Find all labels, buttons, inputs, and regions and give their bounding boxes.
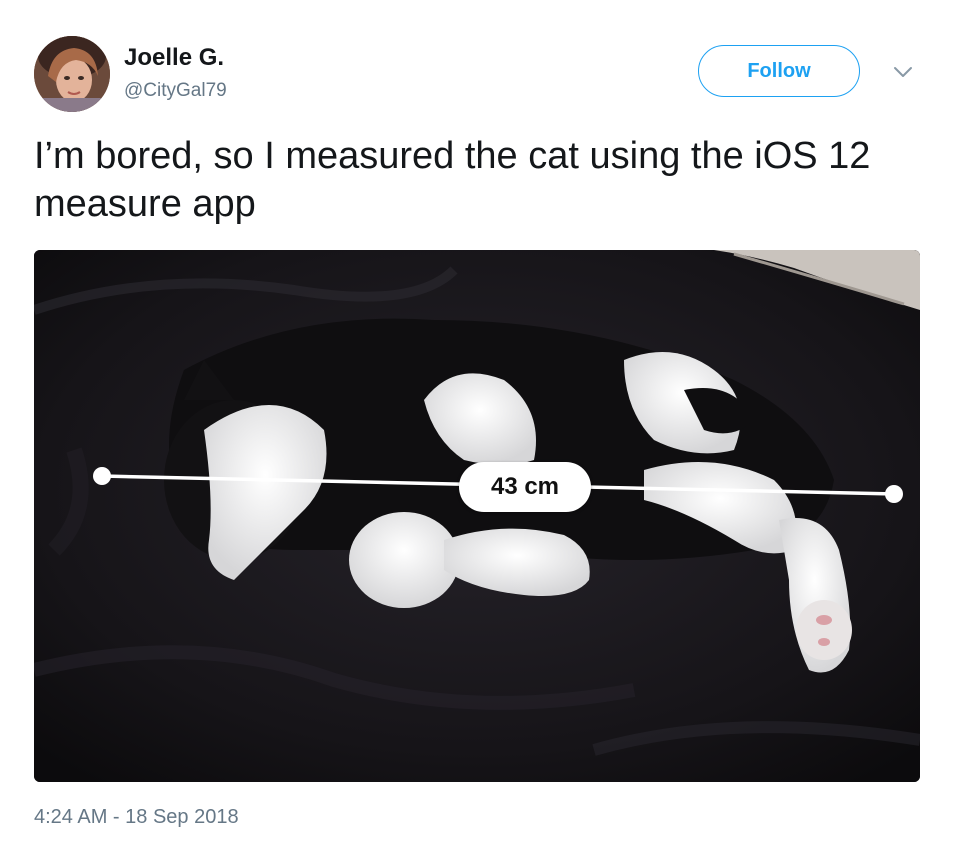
author-handle[interactable]: @CityGal79 [124, 80, 227, 102]
tweet-text: I’m bored, so I measured the cat using t… [34, 135, 871, 225]
chevron-down-icon [894, 67, 912, 77]
author-display-name[interactable]: Joelle G. [124, 44, 224, 72]
follow-button[interactable]: Follow [698, 45, 860, 97]
avatar-photo-icon [34, 36, 110, 112]
author-avatar[interactable] [34, 36, 110, 112]
cat-photo-image [34, 250, 920, 782]
tweet-menu-button[interactable] [890, 62, 916, 82]
tweet-photo[interactable] [34, 250, 920, 782]
measurement-label: 43 cm [459, 462, 591, 512]
tweet-timestamp[interactable]: 4:24 AM - 18 Sep 2018 [34, 806, 239, 829]
